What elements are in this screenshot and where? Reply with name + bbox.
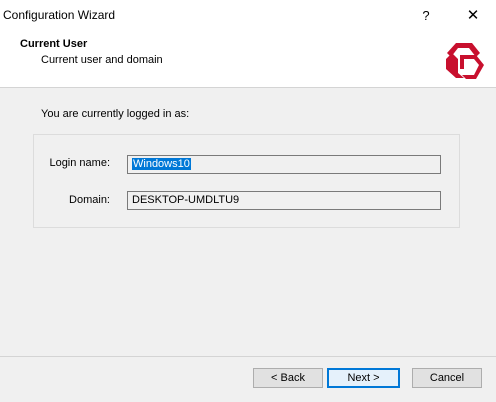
domain-value: DESKTOP-UMDLTU9 <box>132 194 240 206</box>
login-name-value: Windows10 <box>132 158 191 170</box>
company-logo-icon <box>446 43 484 79</box>
wizard-header: Current User Current user and domain <box>0 30 496 88</box>
page-subtitle: Current user and domain <box>41 54 163 66</box>
domain-label: Domain: <box>69 194 110 206</box>
title-bar: Configuration Wizard ? ✕ <box>0 0 496 30</box>
page-title: Current User <box>20 38 88 50</box>
next-button[interactable]: Next > <box>327 368 400 388</box>
user-info-group <box>33 134 460 228</box>
help-icon: ? <box>422 7 430 23</box>
close-icon: ✕ <box>466 7 480 24</box>
back-button[interactable]: < Back <box>253 368 323 388</box>
close-button[interactable]: ✕ <box>455 3 491 27</box>
login-name-field[interactable]: Windows10 <box>127 155 441 174</box>
help-button[interactable]: ? <box>408 3 444 27</box>
login-name-label: Login name: <box>49 157 110 169</box>
window-title: Configuration Wizard <box>3 8 116 22</box>
domain-field[interactable]: DESKTOP-UMDLTU9 <box>127 191 441 210</box>
configuration-wizard-window: Configuration Wizard ? ✕ Current User Cu… <box>0 0 496 402</box>
footer-divider <box>0 356 496 357</box>
cancel-button[interactable]: Cancel <box>412 368 482 388</box>
intro-text: You are currently logged in as: <box>41 108 190 120</box>
